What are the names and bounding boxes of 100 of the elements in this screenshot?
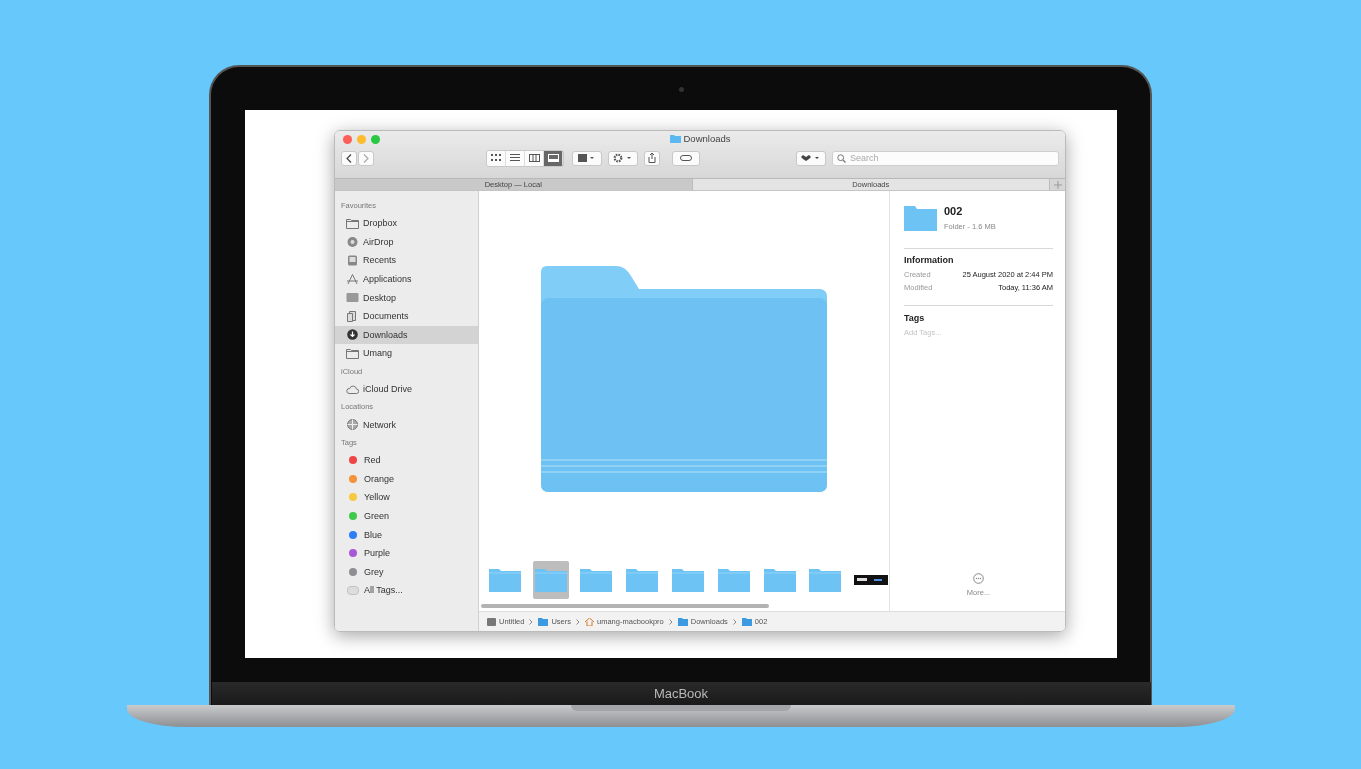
item-label: iCloud Drive: [363, 384, 413, 395]
chevron-left-icon: [346, 153, 352, 163]
sidebar-item[interactable]: Blue: [335, 525, 478, 544]
item-label: Umang: [363, 348, 392, 359]
sidebar-item[interactable]: Desktop: [335, 288, 478, 307]
brand-label: MacBook: [653, 686, 709, 701]
camera-icon: [678, 87, 684, 92]
chevron-right-icon: [363, 153, 369, 163]
folder-icon: [538, 617, 549, 626]
document-icon: [346, 310, 359, 322]
sidebar-item[interactable]: All Tags...: [335, 581, 478, 600]
sidebar-item[interactable]: Orange: [335, 469, 478, 489]
item-label: Purple: [364, 548, 390, 559]
folder-icon: [346, 347, 359, 359]
zoom-button[interactable]: [371, 134, 380, 144]
share-icon: [648, 153, 656, 163]
folder-icon: [669, 134, 681, 143]
item-label: Downloads: [363, 329, 408, 340]
view-mode-button[interactable]: [506, 150, 525, 166]
globe-icon: [346, 419, 359, 431]
sidebar-item[interactable]: Network: [335, 415, 478, 434]
folder-icon: [671, 567, 705, 593]
list-icon: [510, 154, 520, 162]
item-label: AirDrop: [363, 236, 394, 247]
item-label: Red: [364, 455, 381, 466]
home-icon: [585, 617, 595, 626]
folder-icon: [716, 567, 751, 593]
tag-button[interactable]: [672, 150, 700, 166]
chevron-icon: [668, 618, 673, 625]
item-name: 002: [944, 205, 964, 217]
tag-icon: [680, 155, 692, 161]
folder-icon: [677, 617, 688, 626]
search-icon: [837, 153, 846, 163]
sidebar-item[interactable]: Green: [335, 506, 478, 526]
folder-icon: [346, 217, 359, 229]
chevron-icon: [732, 618, 737, 625]
sidebar-item[interactable]: Purple: [335, 543, 478, 563]
item-label: Grey: [364, 566, 384, 577]
large-folder-icon: [541, 266, 827, 492]
item-label: Documents: [363, 311, 409, 322]
item-label: Network: [363, 419, 396, 430]
sidebar-item[interactable]: Applications: [335, 269, 478, 289]
action-button[interactable]: [608, 150, 638, 166]
plus-icon: [1053, 180, 1062, 189]
view-mode-button[interactable]: [544, 150, 563, 166]
grid-dropdown-icon: [578, 154, 596, 162]
item-label: All Tags...: [364, 585, 403, 596]
item-label: Orange: [364, 473, 395, 484]
folder-icon: [741, 617, 752, 626]
item-label: Green: [364, 511, 389, 521]
folder-icon: [579, 567, 614, 593]
apps-icon: [346, 273, 359, 285]
share-button[interactable]: [644, 150, 660, 166]
cloud-icon: [346, 383, 359, 395]
item-label: Dropbox: [363, 218, 398, 229]
item-label: Recents: [363, 255, 397, 266]
columns-icon: [528, 154, 540, 162]
view-mode-button[interactable]: [525, 150, 544, 166]
chevron-icon: [529, 618, 534, 625]
sidebar-item[interactable]: Dropbox: [335, 214, 478, 233]
desktop-icon: [346, 292, 359, 304]
sidebar-item[interactable]: iCloud Drive: [335, 379, 478, 399]
item-label: Blue: [364, 529, 382, 540]
folder-icon: [533, 567, 568, 593]
sidebar-item[interactable]: Recents: [335, 251, 478, 270]
folder-icon: [904, 205, 937, 231]
gallery-icon: [547, 154, 559, 162]
sidebar-item[interactable]: Documents: [335, 306, 478, 326]
window-title: Downloads: [683, 133, 731, 144]
chevron-icon: [576, 618, 581, 625]
gear-dropdown-icon: [613, 153, 633, 163]
search-field[interactable]: Search: [832, 150, 1059, 166]
sidebar-item[interactable]: Umang: [335, 344, 478, 363]
close-button[interactable]: [343, 134, 352, 144]
thumbnail[interactable]: [532, 561, 569, 599]
sidebar-item[interactable]: Yellow: [335, 488, 478, 507]
item-label: Applications: [363, 274, 412, 285]
sidebar-item[interactable]: Downloads: [335, 325, 478, 345]
new-tab-button[interactable]: [1049, 179, 1065, 190]
folder-icon: [808, 567, 843, 593]
item-label: Yellow: [364, 492, 390, 503]
sidebar-item[interactable]: AirDrop: [335, 232, 478, 252]
item-label: Desktop: [363, 292, 397, 303]
download-icon: [346, 329, 359, 341]
minimize-button[interactable]: [357, 134, 366, 144]
group-button[interactable]: [572, 150, 602, 166]
section-heading: Tags: [904, 305, 1053, 323]
tags-icon: [347, 585, 359, 595]
folder-icon: [487, 567, 522, 593]
scrollbar-thumb[interactable]: [481, 604, 769, 608]
sidebar-item[interactable]: Grey: [335, 562, 478, 582]
section-heading: Information: [904, 255, 955, 265]
back-button[interactable]: [341, 150, 357, 166]
folder-icon: [625, 567, 660, 593]
sidebar-item[interactable]: Red: [335, 450, 478, 470]
grid-icon: [491, 154, 501, 162]
folder-icon: [762, 567, 797, 593]
view-mode-button[interactable]: [487, 150, 506, 166]
dropbox-button[interactable]: [796, 150, 826, 166]
more-icon: [973, 573, 984, 584]
